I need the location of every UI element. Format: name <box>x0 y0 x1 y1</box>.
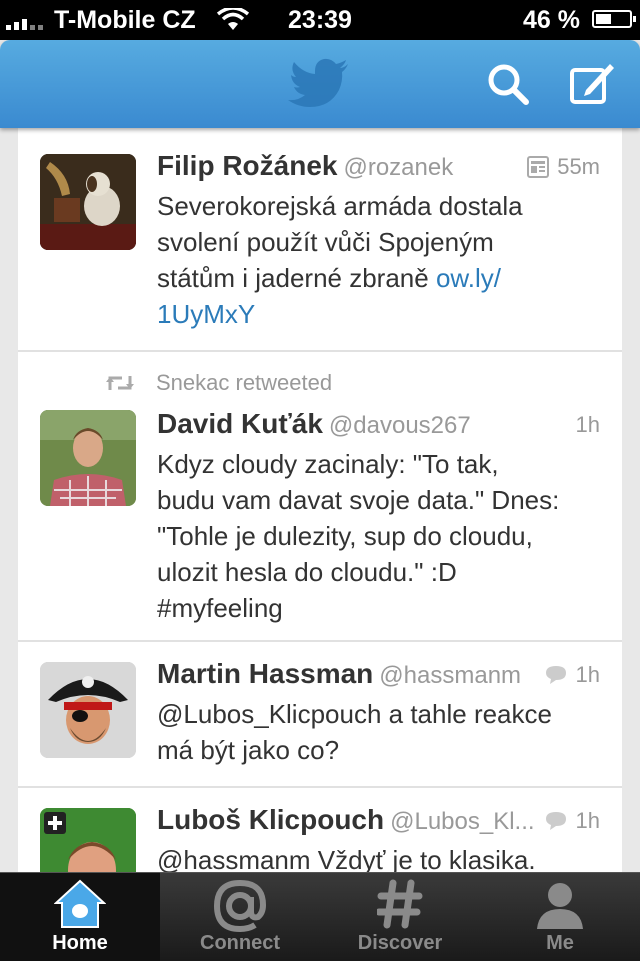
tab-discover[interactable]: Discover <box>320 873 480 961</box>
tweet-author-handle[interactable]: @davous267 <box>329 412 471 439</box>
tweet-author-name[interactable]: Martin Hassman <box>157 658 373 689</box>
tweet-author-name[interactable]: David Kuťák <box>157 408 323 439</box>
tab-connect-label: Connect <box>200 932 280 954</box>
retweeted-by-label[interactable]: Snekac retweeted <box>156 370 332 396</box>
retweet-icon <box>106 376 134 390</box>
home-icon <box>54 879 106 928</box>
tweet-author-handle[interactable]: @hassmanm <box>379 662 521 689</box>
tweet-text: @Lubos_Klicpouch a tahle reakce má být j… <box>157 699 552 765</box>
battery-percentage: 46 % <box>523 6 580 34</box>
reply-bubble-icon <box>545 666 566 684</box>
reply-bubble-icon <box>545 812 566 830</box>
tweet-timeline[interactable]: Filip Rožánek @rozanek 55m Severokorejská… <box>18 128 622 872</box>
summary-card-icon <box>527 156 550 178</box>
avatar[interactable] <box>40 154 136 250</box>
tab-me[interactable]: Me <box>480 873 640 961</box>
tweet-timestamp: 1h <box>575 412 600 437</box>
tweet-item[interactable]: Martin Hassman @hassmanm 1h @Lubos_Klicpo… <box>18 642 622 788</box>
avatar[interactable] <box>40 410 136 506</box>
twitter-bird-icon <box>288 58 348 107</box>
tweet-link[interactable]: 1UyMxY <box>157 299 255 329</box>
avatar[interactable] <box>40 662 136 758</box>
search-icon[interactable] <box>486 62 530 106</box>
top-navigation-bar <box>0 40 640 128</box>
person-icon <box>537 883 583 929</box>
battery-icon <box>592 10 636 28</box>
tweet-text: @hassmanm Vždyť je to klasika. <box>157 845 536 872</box>
tweet-item[interactable]: Filip Rožánek @rozanek 55m Severokorejská… <box>18 128 622 352</box>
tweet-text: Kdyz cloudy zacinaly: "To tak, budu vam … <box>157 449 560 623</box>
tab-discover-label: Discover <box>357 932 443 954</box>
tab-home[interactable]: Home <box>0 873 160 961</box>
tweet-timestamp: 1h <box>575 808 600 833</box>
tweet-author-name[interactable]: Luboš Klicpouch <box>157 804 384 835</box>
at-icon <box>213 879 267 933</box>
tab-home-label: Home <box>52 932 108 954</box>
compose-icon[interactable] <box>568 60 616 106</box>
tweet-item[interactable]: Snekac retweeted David Kuťák @davous267 1… <box>18 352 622 642</box>
tweet-author-name[interactable]: Filip Rožánek <box>157 150 337 181</box>
tab-connect[interactable]: Connect <box>160 873 320 961</box>
tweet-link[interactable]: ow.ly/ <box>436 263 501 293</box>
bottom-tab-bar: Home Connect Discover Me <box>0 872 640 961</box>
tweet-timestamp: 1h <box>575 662 600 687</box>
tab-me-label: Me <box>546 932 574 954</box>
hash-icon <box>377 879 423 929</box>
avatar[interactable] <box>40 808 136 872</box>
tweet-author-handle[interactable]: @rozanek <box>343 154 453 181</box>
tweet-author-handle[interactable]: @Lubos_Kl... <box>390 808 534 835</box>
tweet-timestamp: 55m <box>557 154 600 179</box>
tweet-item[interactable]: Luboš Klicpouch @Lubos_Kl... 1h @hassmanm… <box>18 788 622 872</box>
tweet-text: Severokorejská armáda dostala svolení po… <box>157 191 523 329</box>
status-bar: T-Mobile CZ 23:39 46 % <box>0 0 640 40</box>
